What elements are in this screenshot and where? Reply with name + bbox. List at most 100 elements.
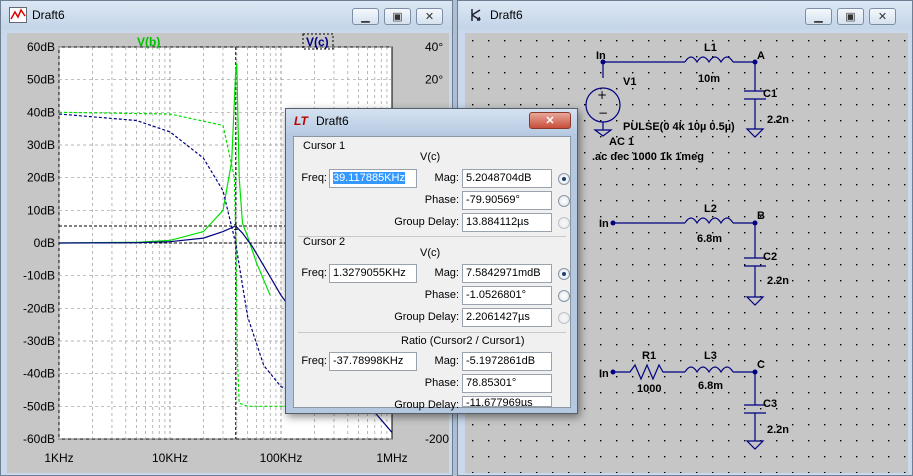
label-node-c: C [757,359,765,371]
minimize-icon: ▁ [361,11,370,23]
cursor2-mag-radio[interactable] [558,268,570,280]
close-button[interactable]: ✕ [416,8,443,25]
label-l3: L3 [704,350,717,362]
cursor2-section-label: Cursor 2 [303,236,346,248]
cursor1-gd-radio[interactable] [558,217,570,229]
schematic-titlebar[interactable]: Draft6 ▁ ▣ ✕ [458,1,912,29]
y-right-tick-label: 20° [425,73,443,87]
cursor1-mag-radio[interactable] [558,173,570,185]
minimize-button[interactable]: ▁ [805,8,832,25]
ltspice-logo-icon: LT [294,114,308,128]
ratio-phase-label: Phase: [424,377,459,389]
minimize-icon: ▁ [814,11,823,23]
maximize-button[interactable]: ▣ [837,8,864,25]
ratio-gd-field[interactable]: -11.677969µs [462,396,552,407]
dialog-close-button[interactable]: ✕ [529,112,571,129]
cursor1-phase-label: Phase: [424,194,459,206]
label-c1-value: 2.2n [767,114,789,126]
cursor2-gd-label: Group Delay: [394,311,459,323]
waveform-window-title: Draft6 [32,8,65,22]
label-c1: C1 [763,88,777,100]
y-right-tick-label: 40° [425,40,443,54]
label-directive: .ac dec 1000 1k 1meg [592,151,704,163]
x-tick-label: 100KHz [260,451,303,465]
y-tick-label: 60dB [27,40,55,54]
cursor1-gd-field[interactable]: 13.884112µs [462,213,552,232]
cursor2-mag-field[interactable]: 7.5842971mdB [462,264,552,283]
x-tick-label: 1MHz [376,451,407,465]
cursor2-phase-field[interactable]: -1.0526801° [462,286,552,305]
cursor1-trace: V(c) [420,151,441,163]
cursor-readout-dialog: LT Draft6 ✕ Cursor 1 V(c) Freq: 39.11788… [285,108,578,414]
svg-text:+: + [597,88,607,102]
label-pulse: PULSE(0 4k 10µ 0.5µ) [623,121,735,133]
cursor2-gd-radio[interactable] [558,312,570,324]
label-l1: L1 [704,42,717,54]
x-tick-label: 10KHz [152,451,188,465]
label-c2-value: 2.2n [767,275,789,287]
label-c2: C2 [763,251,777,263]
y-tick-label: 10dB [27,203,55,217]
label-l1-value: 10m [698,73,720,85]
cursor2-trace: V(c) [420,247,441,259]
cursor2-freq-field[interactable]: 1.3279055KHz [329,264,417,283]
svg-text:−: − [598,106,608,120]
ratio-mag-label: Mag: [434,355,459,367]
cursor2-gd-field[interactable]: 2.2061427µs [462,308,552,327]
label-node-a: A [757,50,765,62]
cursor1-gd-label: Group Delay: [394,216,459,228]
y-tick-label: 40dB [27,105,55,119]
ratio-freq-field[interactable]: -37.78998KHz [329,352,417,371]
schematic-window-title: Draft6 [490,8,523,22]
label-in-2: In [599,218,609,230]
close-button[interactable]: ✕ [869,8,896,25]
ratio-section-label: Ratio (Cursor2 / Cursor1) [401,335,525,347]
label-in-1: In [596,50,606,62]
maximize-icon: ▣ [845,11,856,23]
cursor1-freq-field[interactable]: 39.117885KHz [329,169,417,188]
waveform-titlebar[interactable]: Draft6 ▁ ▣ ✕ [1,1,452,29]
waveform-icon [9,7,27,23]
y-tick-label: -40dB [23,367,55,381]
y-tick-label: -10dB [23,269,55,283]
divider [298,332,566,333]
y-right-tick-label: -200° [425,432,449,446]
dialog-titlebar[interactable]: LT Draft6 ✕ [286,109,577,134]
dialog-body: Cursor 1 V(c) Freq: 39.117885KHz Mag: 5.… [293,136,571,411]
cursor2-phase-radio[interactable] [558,290,570,302]
label-r1: R1 [642,350,656,362]
dialog-title: Draft6 [316,114,349,128]
label-l2: L2 [704,203,717,215]
y-tick-label: 0dB [34,236,55,250]
label-c3: C3 [763,398,777,410]
cursor2-phase-label: Phase: [424,289,459,301]
schematic-icon [471,9,481,21]
label-node-b: B [757,210,765,222]
label-in-3: In [599,368,609,380]
x-tick-label: 1KHz [44,451,73,465]
label-r1-value: 1000 [637,383,661,395]
cursor1-mag-field[interactable]: 5.2048704dB [462,169,552,188]
minimize-button[interactable]: ▁ [352,8,379,25]
y-tick-label: 30dB [27,138,55,152]
label-l2-value: 6.8m [697,233,722,245]
y-tick-label: -50dB [23,399,55,413]
y-tick-label: -30dB [23,334,55,348]
cursor2-mag-label: Mag: [434,267,459,279]
maximize-button[interactable]: ▣ [384,8,411,25]
close-icon: ✕ [877,11,888,23]
ratio-phase-field[interactable]: 78.85301° [462,374,552,393]
label-l3-value: 6.8m [698,380,723,392]
cursor1-mag-label: Mag: [434,172,459,184]
close-icon: ✕ [424,11,435,23]
label-c3-value: 2.2n [767,424,789,436]
y-tick-label: -60dB [23,432,55,446]
ratio-mag-field[interactable]: -5.1972861dB [462,352,552,371]
cursor1-phase-field[interactable]: -79.90569° [462,191,552,210]
y-tick-label: -20dB [23,301,55,315]
trace-label-vb: V(b) [137,35,160,49]
cursor1-freq-value: 39.117885KHz [333,172,405,184]
cursor1-phase-radio[interactable] [558,195,570,207]
cursor1-freq-label: Freq: [301,172,327,184]
y-tick-label: 20dB [27,171,55,185]
